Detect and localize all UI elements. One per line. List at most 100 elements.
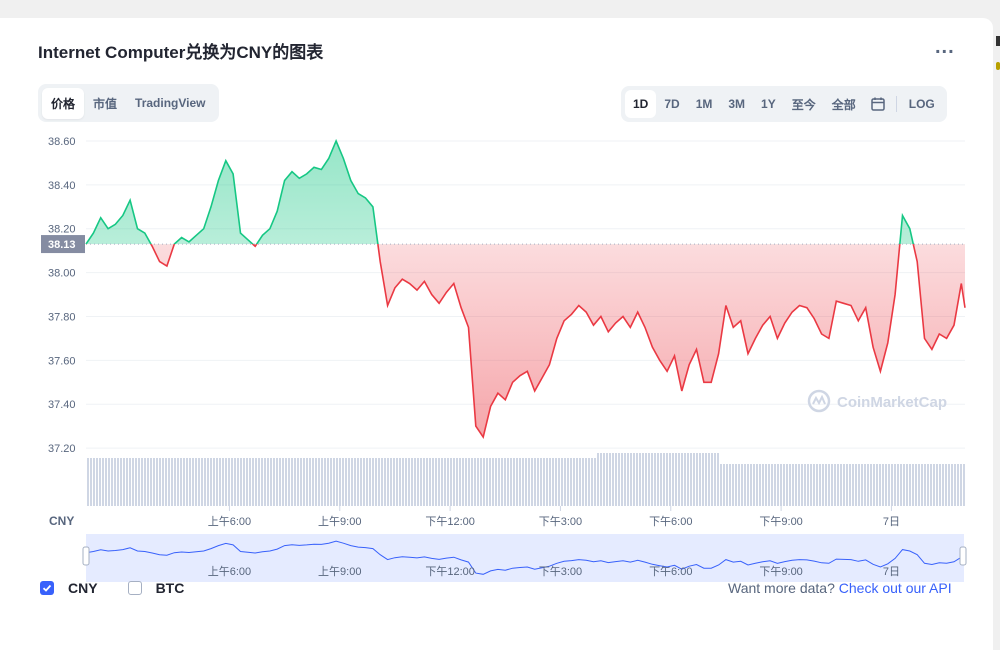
volume-bars [87,453,965,506]
volume-bar [606,453,608,506]
cny-checkbox[interactable] [40,581,54,595]
volume-bar [159,458,161,506]
edge-fragment-accent [996,62,1000,70]
volume-bar [231,458,233,506]
volume-bar [408,458,410,506]
range-navigator[interactable]: 上午6:00 上午9:00 下午12:00 下午3:00 下午6:00 下午9:00 7日 [82,534,967,582]
volume-bar [651,453,653,506]
volume-bar [435,458,437,506]
volume-bar [423,458,425,506]
volume-bar [762,464,764,506]
volume-bar [927,464,929,506]
volume-bar [126,458,128,506]
volume-bar [753,464,755,506]
volume-bar [678,453,680,506]
volume-bar [411,458,413,506]
volume-bar [612,453,614,506]
volume-bar [954,464,956,506]
volume-bar [456,458,458,506]
volume-bar [294,458,296,506]
volume-bar [750,464,752,506]
volume-bar [780,464,782,506]
volume-bar [444,458,446,506]
volume-bar [930,464,932,506]
volume-bar [300,458,302,506]
volume-bar [114,458,116,506]
volume-bar [180,458,182,506]
volume-bar [102,458,104,506]
volume-bar [684,453,686,506]
volume-bar [153,458,155,506]
volume-bar [681,453,683,506]
x-tick-label: 下午9:00 [759,515,802,528]
volume-bar [333,458,335,506]
volume-bar [759,464,761,506]
volume-bar [441,458,443,506]
volume-bar [429,458,431,506]
navigator-right-handle[interactable] [959,546,967,566]
volume-bar [258,458,260,506]
volume-bar [822,464,824,506]
volume-bar [945,464,947,506]
volume-bar [810,464,812,506]
volume-bar [627,453,629,506]
volume-bar [519,458,521,506]
btc-checkbox[interactable] [127,581,142,595]
volume-bar [768,464,770,506]
volume-bar [717,453,719,506]
volume-bar [573,458,575,506]
volume-bar [468,458,470,506]
volume-bar [156,458,158,506]
volume-bar [948,464,950,506]
volume-bar [213,458,215,506]
volume-bar [594,458,596,506]
volume-bar [615,453,617,506]
api-link[interactable]: Check out our API [839,580,952,596]
volume-bar [582,458,584,506]
volume-bar [696,453,698,506]
volume-bar [489,458,491,506]
volume-bar [93,458,95,506]
volume-bar [474,458,476,506]
volume-bar [831,464,833,506]
volume-bar [96,458,98,506]
volume-bar [648,453,650,506]
volume-bar [105,458,107,506]
x-tick-label: 下午6:00 [649,515,692,528]
volume-bar [894,464,896,506]
volume-bar [492,458,494,506]
volume-bar [375,458,377,506]
volume-bar [225,458,227,506]
volume-bar [393,458,395,506]
volume-bar [792,464,794,506]
volume-bar [369,458,371,506]
volume-bar [414,458,416,506]
volume-bar [450,458,452,506]
volume-bar [879,464,881,506]
volume-bar [483,458,485,506]
volume-bar [561,458,563,506]
volume-bar [282,458,284,506]
price-chart[interactable]: CoinMarketCap 37.2037.4037.6037.8038.003… [0,0,1000,650]
volume-bar [528,458,530,506]
volume-bar [852,464,854,506]
volume-bar [399,458,401,506]
volume-bar [342,458,344,506]
volume-bar [906,464,908,506]
volume-bar [111,458,113,506]
volume-bar [198,458,200,506]
volume-bar [321,458,323,506]
volume-bar [714,453,716,506]
volume-bar [657,453,659,506]
volume-bar [486,458,488,506]
volume-bar [147,458,149,506]
volume-bar [819,464,821,506]
volume-bar [237,458,239,506]
volume-bar [807,464,809,506]
volume-bar [315,458,317,506]
volume-bar [795,464,797,506]
volume-bar [291,458,293,506]
navigator-left-handle[interactable] [82,546,90,566]
volume-bar [909,464,911,506]
volume-bar [348,458,350,506]
